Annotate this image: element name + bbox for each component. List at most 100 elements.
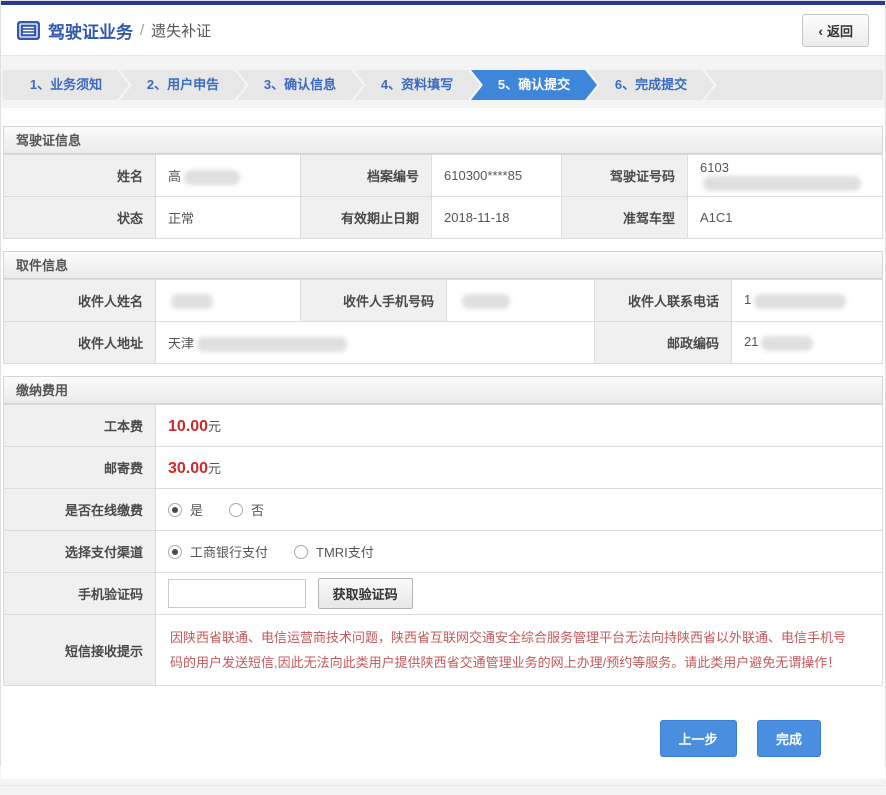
expiry-date-label: 有效期止日期	[301, 197, 432, 239]
fees-section-title: 缴纳费用	[3, 376, 883, 404]
step-label: 4、资料填写	[381, 77, 453, 92]
radio-icon	[168, 503, 182, 517]
recipient-name-label: 收件人姓名	[4, 280, 156, 322]
step-4-fill-data[interactable]: 4、资料填写	[354, 70, 480, 100]
redaction-smudge	[754, 294, 846, 309]
online-payment-options: 是 否	[156, 489, 883, 531]
table-row: 状态 正常 有效期止日期 2018-11-18 准驾车型 A1C1	[4, 197, 883, 239]
vehicle-class-label: 准驾车型	[562, 197, 688, 239]
license-menu-icon	[17, 21, 40, 40]
radio-option-label: 否	[251, 500, 264, 519]
online-payment-radio-group: 是 否	[168, 500, 870, 519]
step-1-business-notice[interactable]: 1、业务须知	[3, 70, 129, 100]
sms-code-input[interactable]	[168, 579, 306, 608]
file-no-value: 610300****85	[432, 155, 562, 197]
pickup-section-title: 取件信息	[3, 251, 883, 279]
sms-code-field: 获取验证码	[156, 573, 883, 615]
payment-channel-radio-group: 工商银行支付 TMRI支付	[168, 542, 870, 561]
production-fee-label: 工本费	[4, 405, 156, 447]
value-text: A1C1	[700, 210, 733, 225]
license-no-label: 驾驶证号码	[562, 155, 688, 197]
value-text: 2018-11-18	[444, 210, 510, 225]
redaction-smudge	[462, 294, 510, 309]
sms-notice-label: 短信接收提示	[4, 615, 156, 686]
radio-option-label: 是	[190, 500, 203, 519]
vehicle-class-value: A1C1	[688, 197, 883, 239]
name-value: 高	[156, 155, 301, 197]
radio-icon	[229, 503, 243, 517]
license-section-title: 驾驶证信息	[3, 126, 883, 154]
get-sms-code-button[interactable]: 获取验证码	[318, 578, 413, 609]
file-no-label: 档案编号	[301, 155, 432, 197]
table-row: 手机验证码 获取验证码	[4, 573, 883, 615]
production-fee-amount: 10.00	[168, 418, 208, 435]
redaction-smudge	[197, 337, 347, 352]
table-row: 邮寄费 30.00元	[4, 447, 883, 489]
step-label: 6、完成提交	[615, 77, 687, 92]
fees-section: 缴纳费用 工本费 10.00元 邮寄费 30.00元 是否在线缴费 是 否	[3, 376, 883, 686]
step-2-user-declaration[interactable]: 2、用户申告	[120, 70, 246, 100]
footer-actions: 上一步 完成	[3, 698, 883, 769]
sms-notice-cell: 因陕西省联通、电信运营商技术问题，陕西省互联网交通安全综合服务管理平台无法向持陕…	[156, 615, 883, 686]
step-label: 1、业务须知	[30, 77, 102, 92]
breadcrumb-separator: /	[140, 22, 144, 39]
currency-unit: 元	[208, 461, 221, 476]
step-bar-filler	[705, 70, 883, 100]
sms-code-label: 手机验证码	[4, 573, 156, 615]
table-row: 姓名 高 档案编号 610300****85 驾驶证号码 6103	[4, 155, 883, 197]
value-text: 天津	[168, 336, 194, 351]
back-button[interactable]: ‹ 返回	[802, 14, 869, 47]
chevron-left-icon: ‹	[818, 23, 823, 39]
value-text: 21	[744, 334, 758, 349]
postal-code-label: 邮政编码	[595, 322, 732, 364]
page-title: 驾驶证业务	[48, 18, 133, 43]
redaction-smudge	[761, 336, 813, 351]
mailing-fee-label: 邮寄费	[4, 447, 156, 489]
sms-notice-text: 因陕西省联通、电信运营商技术问题，陕西省互联网交通安全综合服务管理平台无法向持陕…	[170, 630, 846, 670]
license-info-section: 驾驶证信息 姓名 高 档案编号 610300****85 驾驶证号码 6103 …	[3, 126, 883, 239]
value-text: 6103	[700, 160, 729, 175]
recipient-phone-value: 1	[732, 280, 883, 322]
step-5-confirm-submit[interactable]: 5、确认提交	[471, 70, 597, 100]
value-text: 1	[744, 292, 751, 307]
pickup-info-table: 收件人姓名 收件人手机号码 收件人联系电话 1 收件人地址 天津 邮政编码 21	[3, 279, 883, 364]
recipient-phone-label: 收件人联系电话	[595, 280, 732, 322]
postal-code-value: 21	[732, 322, 883, 364]
main-content: 驾驶证信息 姓名 高 档案编号 610300****85 驾驶证号码 6103 …	[1, 108, 885, 779]
redaction-smudge	[171, 294, 213, 309]
license-no-value: 6103	[688, 155, 883, 197]
table-row: 是否在线缴费 是 否	[4, 489, 883, 531]
pickup-info-section: 取件信息 收件人姓名 收件人手机号码 收件人联系电话 1 收件人地址 天津 邮政…	[3, 251, 883, 364]
page-header: 驾驶证业务 / 遗失补证 ‹ 返回	[1, 5, 885, 56]
step-3-confirm-info[interactable]: 3、确认信息	[237, 70, 363, 100]
recipient-name-value	[156, 280, 301, 322]
breadcrumb-current: 遗失补证	[151, 20, 211, 41]
value-text: 610300****85	[444, 168, 522, 183]
finish-button[interactable]: 完成	[757, 720, 821, 757]
radio-option-label: TMRI支付	[316, 542, 374, 561]
bottom-strip	[1, 785, 885, 795]
status-value: 正常	[156, 197, 301, 239]
redaction-smudge	[184, 170, 240, 185]
step-label: 2、用户申告	[147, 77, 219, 92]
tmri-payment-radio[interactable]: TMRI支付	[294, 542, 374, 561]
radio-icon	[294, 545, 308, 559]
redaction-smudge	[703, 176, 861, 191]
currency-unit: 元	[208, 419, 221, 434]
name-label: 姓名	[4, 155, 156, 197]
step-label: 3、确认信息	[264, 77, 336, 92]
previous-step-button[interactable]: 上一步	[660, 720, 737, 757]
mailing-fee-amount: 30.00	[168, 460, 208, 477]
step-6-complete-submit[interactable]: 6、完成提交	[588, 70, 714, 100]
payment-channel-label: 选择支付渠道	[4, 531, 156, 573]
icbc-payment-radio[interactable]: 工商银行支付	[168, 542, 268, 561]
table-row: 收件人地址 天津 邮政编码 21	[4, 322, 883, 364]
online-payment-no-radio[interactable]: 否	[229, 500, 264, 519]
value-text: 正常	[168, 211, 194, 226]
table-row: 工本费 10.00元	[4, 405, 883, 447]
step-progress-bar: 1、业务须知 2、用户申告 3、确认信息 4、资料填写 5、确认提交 6、完成提…	[3, 70, 883, 100]
step-label: 5、确认提交	[498, 77, 570, 92]
online-payment-yes-radio[interactable]: 是	[168, 500, 203, 519]
back-button-label: 返回	[827, 24, 853, 39]
production-fee-value: 10.00元	[156, 405, 883, 447]
